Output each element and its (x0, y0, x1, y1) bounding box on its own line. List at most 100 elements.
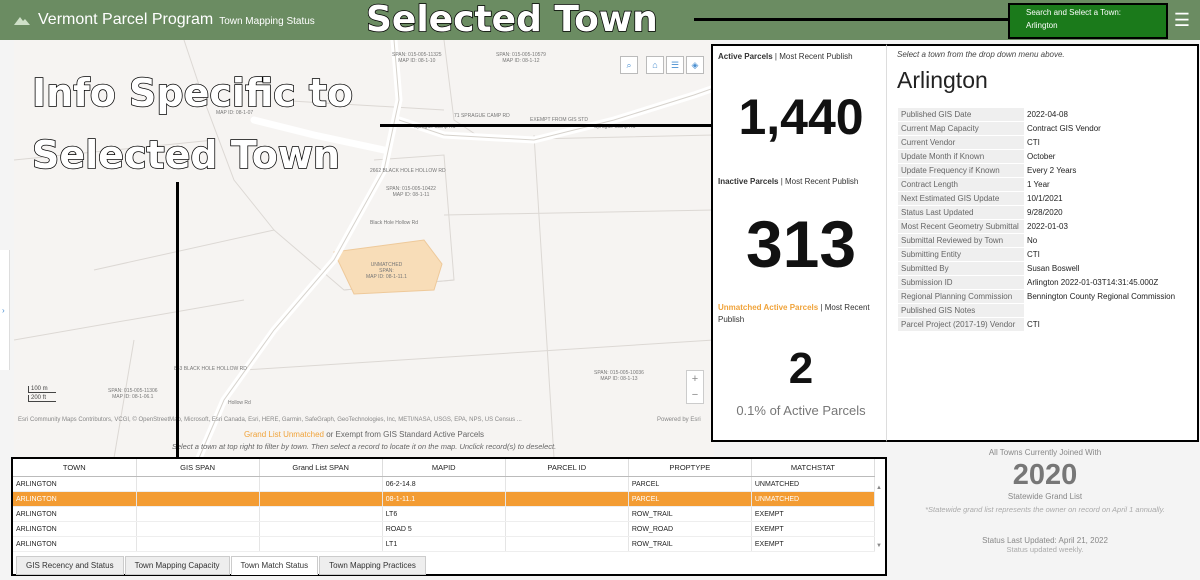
unmatched-percent: 0.1% of Active Parcels (736, 403, 866, 418)
details-row: Submittal Reviewed by Town No (898, 233, 1184, 248)
table-cell (136, 491, 260, 507)
powered-by-esri[interactable]: Powered by Esri (657, 417, 701, 423)
details-key: Contract Length (898, 177, 1024, 192)
details-key: Update Frequency if Known (898, 163, 1024, 178)
map-attribution[interactable]: Esri Community Maps Contributors, VCGI, … (18, 417, 522, 423)
table-cell: PARCEL (628, 476, 752, 492)
annotation-connector (694, 18, 1008, 21)
table-cell: ARLINGTON (13, 521, 137, 537)
details-value: Contract GIS Vendor (1024, 121, 1184, 136)
inactive-parcels-sub: Most Recent Publish (785, 177, 859, 186)
column-header[interactable]: PROPTYPE (628, 459, 752, 477)
summary-line: All Towns Currently Joined With (988, 448, 1102, 457)
details-row: Submission ID Arlington 2022-01-03T14:31:… (898, 275, 1184, 290)
column-header[interactable]: Grand List SPAN (259, 459, 383, 477)
column-header[interactable]: TOWN (13, 459, 137, 477)
details-row: Contract Length 1 Year (898, 177, 1184, 192)
map-label: 843 BLACK HOLE HOLLOW RD (174, 366, 247, 372)
active-parcels-value: 1,440 (738, 89, 864, 145)
zoom-control: + − (686, 370, 704, 404)
match-status-table: TOWN GIS SPAN Grand List SPAN MAPID PARC… (13, 459, 876, 552)
details-value (1024, 303, 1184, 318)
table-cell: LT1 (382, 536, 506, 552)
map-instructions: Select a town at top right to filter by … (171, 442, 557, 451)
map-label: SPAN: 015-005-10422 MAP ID: 08-1-11 (386, 186, 436, 198)
table-cell (259, 536, 383, 552)
zoom-out-button[interactable]: − (687, 387, 703, 403)
status-last-updated: Status Last Updated: April 21, 2022 (982, 536, 1108, 545)
status-update-frequency: Status updated weekly. (1006, 545, 1084, 554)
column-header[interactable]: MATCHSTAT (751, 459, 876, 477)
details-key: Published GIS Date (898, 108, 1024, 122)
details-row: Current Map Capacity Contract GIS Vendor (898, 121, 1184, 136)
app-subtitle: Town Mapping Status (219, 16, 315, 27)
town-select-dropdown[interactable]: Search and Select a Town: Arlington (1008, 3, 1168, 39)
map-legend: Grand List Unmatched or Exempt from GIS … (14, 430, 714, 451)
column-header[interactable]: MAPID (382, 459, 506, 477)
grand-list-note: *Statewide grand list represents the own… (925, 505, 1165, 514)
scroll-track[interactable] (875, 491, 883, 543)
chevron-up-icon[interactable]: ▲ (875, 485, 883, 491)
tab-mapping-practices[interactable]: Town Mapping Practices (319, 556, 426, 575)
hamburger-icon[interactable]: ☰ (1174, 10, 1190, 31)
details-value: No (1024, 233, 1184, 248)
map-toolbar: ⌕ (620, 56, 640, 74)
table-cell: ROW_ROAD (628, 521, 752, 537)
table-cell: EXEMPT (751, 506, 876, 522)
tab-mapping-capacity[interactable]: Town Mapping Capacity (124, 556, 230, 575)
scale-meters: 100 m (28, 386, 56, 393)
column-header[interactable]: PARCEL ID (505, 459, 629, 477)
tab-town-match-status[interactable]: Town Match Status (230, 556, 319, 575)
tab-gis-recency[interactable]: GIS Recency and Status (16, 556, 124, 575)
table-cell (505, 506, 629, 522)
table-cell: ARLINGTON (13, 476, 137, 492)
table-cell: 08-1-11.1 (382, 491, 506, 507)
layers-icon[interactable]: ◈ (686, 56, 704, 74)
table-cell (136, 521, 260, 537)
chevron-down-icon[interactable]: ▼ (875, 543, 883, 549)
search-icon[interactable]: ⌕ (620, 56, 638, 74)
map-label: SPAN: 015-005-10036 MAP ID: 08-1-13 (594, 370, 644, 382)
map-label: 71 SPRAGUE CAMP RD (454, 113, 510, 119)
home-icon[interactable]: ⌂ (646, 56, 664, 74)
active-parcels-caption: Active Parcels | Most Recent Publish (718, 51, 853, 63)
view-tabs: GIS Recency and Status Town Mapping Capa… (16, 556, 427, 575)
unmatched-parcels-caption: Unmatched Active Parcels | Most Recent P… (718, 302, 888, 326)
details-row: Next Estimated GIS Update 10/1/2021 (898, 191, 1184, 206)
parcel-stats-panel: Active Parcels | Most Recent Publish 1,4… (711, 44, 887, 442)
unmatched-parcels-label: Unmatched Active Parcels (718, 303, 819, 312)
table-cell: ARLINGTON (13, 491, 137, 507)
table-row[interactable]: ARLINGTON LT6 ROW_TRAIL EXEMPT (13, 506, 876, 522)
table-row[interactable]: ARLINGTON 06-2-14.8 PARCEL UNMATCHED (13, 476, 876, 492)
table-cell (136, 476, 260, 492)
map-label: SPAN: 015-005-10579 MAP ID: 08-1-12 (496, 52, 546, 64)
match-status-table-panel: TOWN GIS SPAN Grand List SPAN MAPID PARC… (11, 457, 887, 576)
details-value: 9/28/2020 (1024, 205, 1184, 220)
details-key: Parcel Project (2017-19) Vendor (898, 317, 1024, 332)
town-select-value: Arlington (1026, 21, 1058, 30)
details-value: CTI (1024, 135, 1184, 150)
table-cell: PARCEL (628, 491, 752, 507)
table-cell: ARLINGTON (13, 536, 137, 552)
map-label: 2662 BLACK HOLE HOLLOW RD (370, 168, 446, 174)
table-cell: 06-2-14.8 (382, 476, 506, 492)
list-icon[interactable]: ☰ (666, 56, 684, 74)
table-row[interactable]: ARLINGTON ROAD 5 ROW_ROAD EXEMPT (13, 521, 876, 537)
details-key: Current Map Capacity (898, 121, 1024, 136)
table-row-selected[interactable]: ARLINGTON 08-1-11.1 PARCEL UNMATCHED (13, 491, 876, 507)
legend-or-exempt: or Exempt from GIS Standard (326, 430, 432, 439)
details-key: Status Last Updated (898, 205, 1024, 220)
table-row[interactable]: ARLINGTON LT1 ROW_TRAIL EXEMPT (13, 536, 876, 552)
column-header[interactable]: GIS SPAN (136, 459, 260, 477)
table-header-row: TOWN GIS SPAN Grand List SPAN MAPID PARC… (13, 459, 876, 477)
inactive-parcels-value: 313 (745, 207, 857, 281)
details-row: Status Last Updated 9/28/2020 (898, 205, 1184, 220)
details-value: Bennington County Regional Commission (1024, 289, 1184, 304)
table-scrollbar[interactable]: ▲ ▼ (875, 485, 883, 555)
zoom-in-button[interactable]: + (687, 371, 703, 387)
side-panel-toggle[interactable]: › (0, 250, 10, 370)
details-key: Update Month if Known (898, 149, 1024, 164)
table-cell: ROW_TRAIL (628, 506, 752, 522)
map-label: Black Hole Hollow Rd (370, 220, 419, 226)
map-label: SPAN: 015-005-11325 MAP ID: 08-1-10 (392, 52, 442, 64)
